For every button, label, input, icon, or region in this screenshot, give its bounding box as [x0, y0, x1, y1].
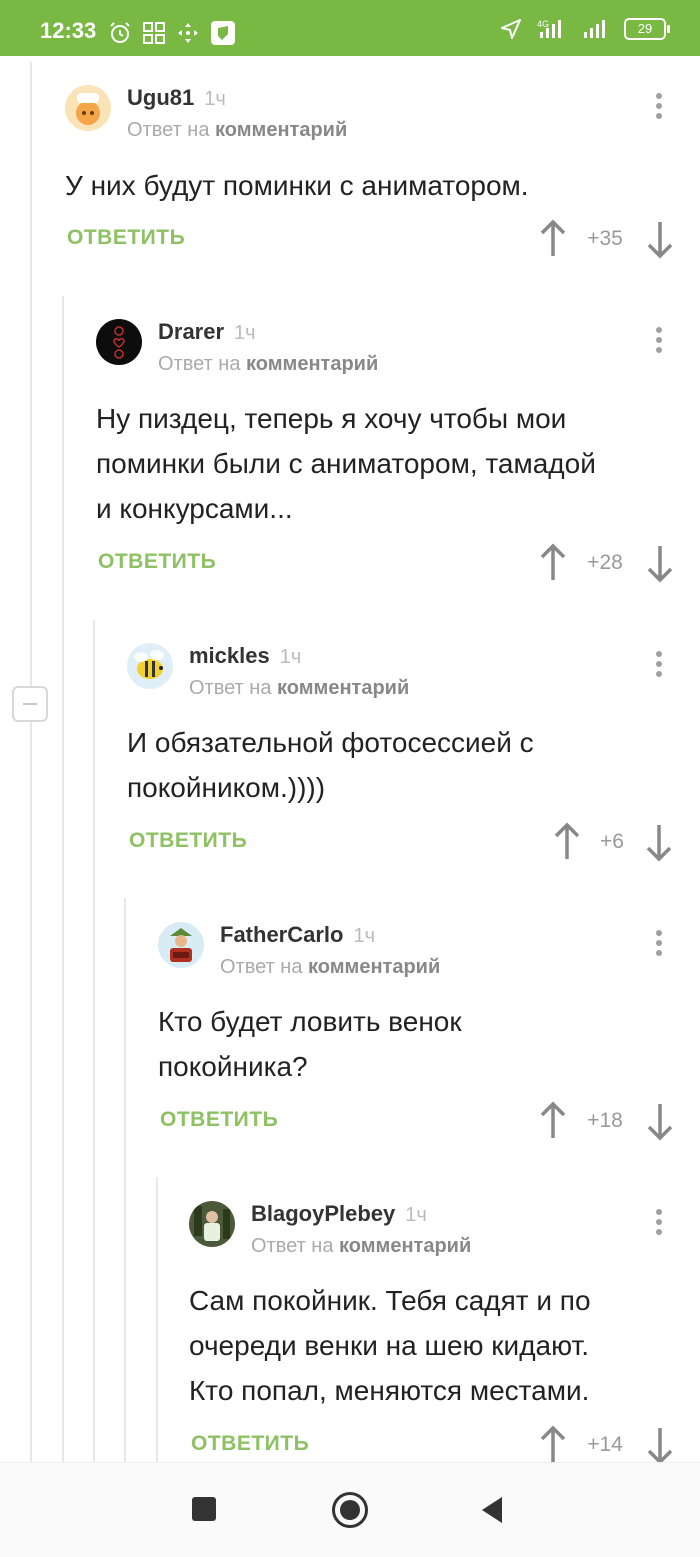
vote-score: +6	[600, 830, 624, 853]
reply-button[interactable]: ОТВЕТИТЬ	[67, 226, 185, 250]
network-type: 4G	[537, 19, 550, 29]
thread-line-5[interactable]	[156, 1177, 158, 1462]
arrow-up-icon[interactable]	[552, 822, 582, 862]
comment-author[interactable]: mickles 1ч	[189, 643, 301, 669]
reply-to[interactable]: Ответ на комментарий	[189, 677, 409, 700]
more-vertical-icon[interactable]	[655, 651, 663, 681]
reply-to[interactable]: Ответ на комментарий	[251, 1235, 471, 1258]
reply-button[interactable]: ОТВЕТИТЬ	[129, 829, 247, 853]
avatar[interactable]	[96, 319, 142, 365]
arrow-up-icon[interactable]	[538, 1101, 568, 1141]
reply-to[interactable]: Ответ на комментарий	[220, 956, 440, 979]
comment-text: Кто будет ловить венок покойника?	[158, 1006, 462, 1082]
vote-score: +28	[587, 551, 623, 574]
more-vertical-icon[interactable]	[655, 930, 663, 960]
vote-controls: +35	[538, 219, 678, 259]
status-right-icons: 29	[500, 18, 670, 40]
comment-time: 1ч	[279, 646, 302, 668]
comment-time: 1ч	[353, 925, 376, 947]
vote-controls: +28	[538, 543, 678, 583]
vote-controls: +14	[538, 1425, 678, 1465]
thread-line-1[interactable]	[30, 62, 32, 1462]
comment-text: Сам покойник. Тебя садят и по очереди ве…	[189, 1285, 591, 1406]
more-vertical-icon[interactable]	[655, 327, 663, 357]
arrow-up-icon[interactable]	[538, 1425, 568, 1465]
comment-text: У них будут поминки с аниматором.	[65, 170, 529, 201]
status-time: 12:33	[40, 18, 97, 43]
comment-text: И обязательной фотосессией с покойником.…	[127, 727, 534, 803]
reply-to[interactable]: Ответ на комментарий	[158, 353, 378, 376]
arrow-down-icon[interactable]	[645, 1425, 675, 1465]
comment-author[interactable]: BlagoyPlebey 1ч	[251, 1201, 427, 1227]
signal-2-icon	[584, 20, 605, 38]
avatar[interactable]	[127, 643, 173, 689]
thread-line-2[interactable]	[62, 296, 64, 1462]
vote-controls: +6	[552, 822, 682, 862]
arrow-up-icon[interactable]	[538, 219, 568, 259]
arrow-down-icon[interactable]	[645, 219, 675, 259]
more-vertical-icon[interactable]	[655, 93, 663, 123]
comment-time: 1ч	[204, 88, 226, 110]
status-bar: 12:33 29 4G	[0, 0, 700, 56]
reply-button[interactable]: ОТВЕТИТЬ	[160, 1108, 278, 1132]
thread-line-4[interactable]	[124, 898, 126, 1462]
vote-score: +18	[587, 1109, 623, 1132]
vote-controls: +18	[538, 1101, 678, 1141]
comment-author[interactable]: Drarer 1ч	[158, 319, 256, 345]
location-icon	[501, 19, 521, 39]
reply-button[interactable]: ОТВЕТИТЬ	[191, 1432, 309, 1456]
more-vertical-icon[interactable]	[655, 1209, 663, 1239]
battery-icon: 29	[624, 18, 670, 40]
system-nav-bar	[0, 1462, 700, 1557]
arrow-down-icon[interactable]	[645, 543, 675, 583]
comment-author[interactable]: FatherCarlo 1ч	[220, 922, 375, 948]
comment-time: 1ч	[234, 322, 256, 344]
reply-button[interactable]: ОТВЕТИТЬ	[98, 550, 216, 574]
arrow-up-icon[interactable]	[538, 543, 568, 583]
move-icon	[178, 23, 198, 43]
back-icon[interactable]	[482, 1497, 502, 1523]
arrow-down-icon[interactable]	[645, 1101, 675, 1141]
avatar[interactable]	[189, 1201, 235, 1247]
recents-icon[interactable]	[192, 1497, 216, 1521]
collapse-thread-button[interactable]	[12, 686, 48, 722]
thread-line-3[interactable]	[93, 620, 95, 1462]
arrow-down-icon[interactable]	[644, 822, 674, 862]
apps-icon	[143, 22, 165, 44]
comment-text: Ну пиздец, теперь я хочу чтобы мои помин…	[96, 403, 596, 524]
reply-to[interactable]: Ответ на комментарий	[127, 119, 347, 142]
shield-app-icon	[211, 21, 235, 45]
vote-score: +35	[587, 227, 623, 250]
status-left-icons	[108, 20, 236, 46]
vote-score: +14	[587, 1433, 623, 1456]
comment-author[interactable]: Ugu81 1ч	[127, 85, 226, 111]
avatar[interactable]	[158, 922, 204, 968]
home-icon[interactable]	[332, 1492, 368, 1528]
avatar[interactable]	[65, 85, 111, 131]
comment-time: 1ч	[405, 1204, 427, 1226]
alarm-icon	[110, 22, 130, 43]
